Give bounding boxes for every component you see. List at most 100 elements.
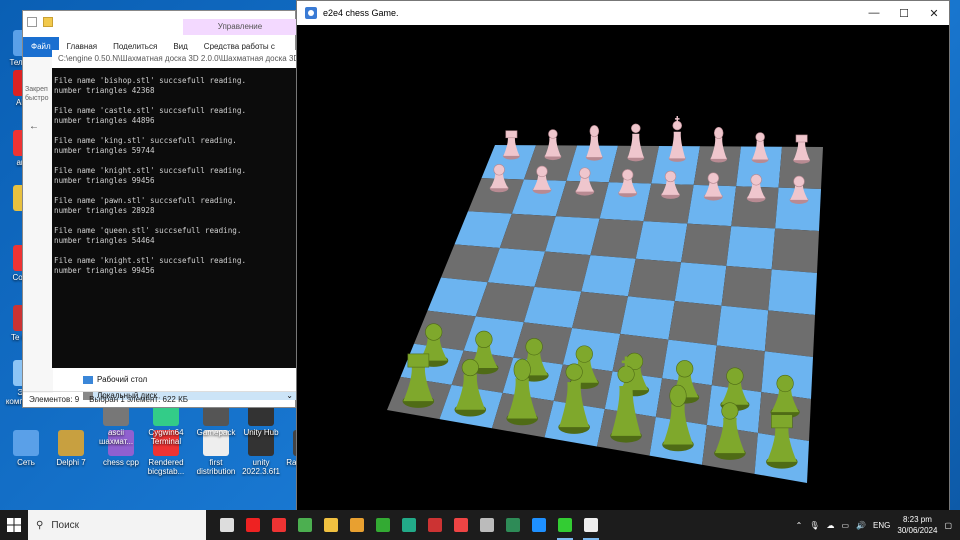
explorer-status-bar: Элементов: 9 Выбран 1 элемент: 622 КБ xyxy=(23,391,297,407)
maximize-button[interactable]: ☐ xyxy=(889,1,919,25)
board-square[interactable] xyxy=(681,223,732,266)
taskbar-app-list xyxy=(214,510,604,540)
tools-icon xyxy=(428,518,442,532)
search-placeholder: Поиск xyxy=(51,519,80,531)
jetbrains-icon xyxy=(454,518,468,532)
explorer-pin-pane: Закреп быстро ← xyxy=(23,57,53,393)
start-button[interactable] xyxy=(0,510,28,540)
taskbar-app-settings[interactable] xyxy=(474,510,500,540)
taskbar-app-chess-app[interactable] xyxy=(552,510,578,540)
taskbar-app-yandex[interactable] xyxy=(266,510,292,540)
white-knight-piece[interactable] xyxy=(544,129,562,161)
console-window[interactable]: C:\engine 0.50.N\Шахматная доска 3D 2.0.… xyxy=(52,50,296,368)
system-tray: ⌃ 🎙 ☁ ▭ 🔊 ENG 8:23 pm 30/06/2024 ▢ xyxy=(796,514,960,536)
console-file-line: File name 'castle.stl' succsefull readin… xyxy=(54,106,247,115)
desktop-icon-label: ascii шахмат... xyxy=(98,428,134,446)
console-file-line: File name 'bishop.stl' succsefull readin… xyxy=(54,76,247,85)
taskbar-app-explorer[interactable] xyxy=(318,510,344,540)
console-triangles-line: number triangles 44896 xyxy=(54,116,155,125)
console-titlebar[interactable]: C:\engine 0.50.N\Шахматная доска 3D 2.0.… xyxy=(52,50,296,68)
clock[interactable]: 8:23 pm 30/06/2024 xyxy=(897,514,937,536)
taskbar-app-jetbrains[interactable] xyxy=(448,510,474,540)
microphone-icon[interactable]: 🎙 xyxy=(809,521,819,530)
console-log-entry: File name 'pawn.stl' succsefull reading.… xyxy=(54,196,294,216)
desktop-icon-label: Unity Hub xyxy=(243,428,279,437)
taskbar-app-chrome[interactable] xyxy=(292,510,318,540)
taskbar-app-excel[interactable] xyxy=(500,510,526,540)
terminal-icon xyxy=(376,518,390,532)
edge-icon xyxy=(532,518,546,532)
board-square[interactable] xyxy=(620,296,675,340)
notifications-icon[interactable]: ▢ xyxy=(944,521,952,530)
chrome-icon xyxy=(298,518,312,532)
close-button[interactable]: ✕ xyxy=(919,1,949,25)
taskbar-app-paint[interactable] xyxy=(344,510,370,540)
settings-icon xyxy=(480,518,494,532)
console-log-entry: File name 'king.stl' succsefull reading.… xyxy=(54,136,294,156)
console-file-line: File name 'king.stl' succsefull reading. xyxy=(54,136,237,145)
quick-access-icon[interactable] xyxy=(27,17,37,27)
volume-icon[interactable]: 🔊 xyxy=(856,521,866,530)
board-square[interactable] xyxy=(590,218,644,259)
board-square[interactable] xyxy=(635,221,688,263)
board-square[interactable] xyxy=(668,300,722,346)
nav-item-label: Рабочий стол xyxy=(97,375,148,384)
board-square[interactable] xyxy=(581,255,636,297)
taskbar-app-terminal[interactable] xyxy=(370,510,396,540)
taskbar-app-game[interactable] xyxy=(396,510,422,540)
yandex-icon xyxy=(272,518,286,532)
console-log-entry: File name 'castle.stl' succsefull readin… xyxy=(54,106,294,126)
chess-app-icon xyxy=(558,518,572,532)
window-title: e2e4 chess Game. xyxy=(323,8,399,18)
chess-titlebar[interactable]: e2e4 chess Game. — ☐ ✕ xyxy=(297,1,949,25)
folder-icon xyxy=(43,17,53,27)
board-square[interactable] xyxy=(716,305,769,352)
desktop-icon-label: Rendered bicgstab... xyxy=(147,458,185,476)
desktop-app-icon xyxy=(58,430,84,456)
pin-text: Закреп быстро xyxy=(25,86,49,102)
console-triangles-line: number triangles 42368 xyxy=(54,86,155,95)
console-log-entry: File name 'knight.stl' succsefull readin… xyxy=(54,256,294,276)
board-square[interactable] xyxy=(721,265,772,311)
windows-logo-icon xyxy=(7,518,21,532)
console-triangles-line: number triangles 59744 xyxy=(54,146,155,155)
white-king-piece[interactable] xyxy=(668,115,686,162)
taskbar-search-box[interactable]: ⚲ Поиск xyxy=(28,510,206,540)
taskbar: ⚲ Поиск ⌃ 🎙 ☁ ▭ 🔊 ENG 8:23 pm 30/06/2024… xyxy=(0,510,960,540)
minimize-button[interactable]: — xyxy=(859,1,889,25)
taskbar-app-opera[interactable] xyxy=(240,510,266,540)
taskbar-app-task-view[interactable] xyxy=(214,510,240,540)
cloud-icon[interactable]: ☁ xyxy=(827,521,835,530)
console-app-icon xyxy=(584,518,598,532)
network-icon[interactable]: ▭ xyxy=(842,521,850,530)
board-square[interactable] xyxy=(726,226,776,270)
board-square[interactable] xyxy=(572,291,628,334)
taskbar-app-tools[interactable] xyxy=(422,510,448,540)
chess-3d-viewport[interactable] xyxy=(297,25,949,510)
explorer-icon xyxy=(324,518,338,532)
board-square[interactable] xyxy=(628,258,682,301)
white-bishop-piece[interactable] xyxy=(710,126,728,163)
manage-tab[interactable]: Управление xyxy=(183,19,297,35)
back-arrow-icon[interactable]: ← xyxy=(29,121,39,132)
board-square[interactable] xyxy=(771,228,819,273)
board-square[interactable] xyxy=(674,262,727,306)
language-indicator[interactable]: ENG xyxy=(873,521,890,530)
console-file-line: File name 'queen.stl' succsefull reading… xyxy=(54,226,242,235)
taskbar-app-console-app[interactable] xyxy=(578,510,604,540)
task-view-icon xyxy=(220,518,234,532)
console-triangles-line: number triangles 28928 xyxy=(54,206,155,215)
taskbar-app-edge[interactable] xyxy=(526,510,552,540)
white-bishop-piece[interactable] xyxy=(585,125,603,161)
chess-game-window[interactable]: e2e4 chess Game. — ☐ ✕ xyxy=(296,0,950,510)
board-square[interactable] xyxy=(768,269,817,315)
console-output: File name 'bishop.stl' succsefull readin… xyxy=(52,68,296,294)
console-triangles-line: number triangles 54464 xyxy=(54,236,155,245)
board-square[interactable] xyxy=(764,310,815,357)
board-square[interactable] xyxy=(513,322,573,365)
chevron-up-icon[interactable]: ⌃ xyxy=(796,521,803,530)
app-icon xyxy=(305,7,317,19)
console-file-line: File name 'knight.stl' succsefull readin… xyxy=(54,166,247,175)
white-queen-piece[interactable] xyxy=(627,123,645,162)
nav-item-desktop[interactable]: Рабочий стол xyxy=(83,375,147,384)
